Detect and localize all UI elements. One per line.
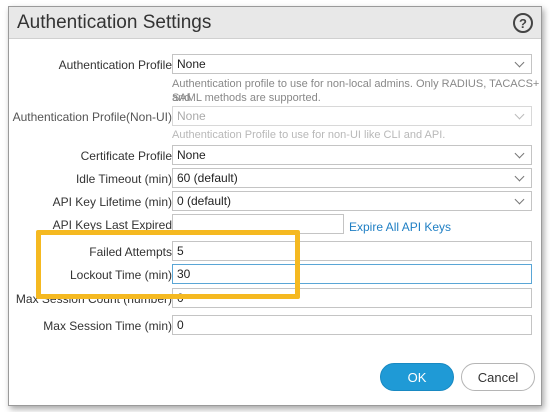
cert-profile-label: Certificate Profile	[80, 149, 172, 163]
auth-profile-nonui-help: Authentication Profile to use for non-UI…	[172, 129, 446, 141]
authentication-settings-dialog: Authentication Settings ? Authentication…	[8, 6, 542, 406]
expire-all-api-keys-link[interactable]: Expire All API Keys	[349, 220, 451, 234]
max-session-time-label: Max Session Time (min)	[43, 319, 172, 333]
api-key-lifetime-label: API Key Lifetime (min)	[52, 195, 172, 209]
cert-profile-select[interactable]: None	[172, 145, 532, 165]
idle-timeout-value: 60 (default)	[177, 171, 238, 185]
auth-profile-value: None	[177, 57, 206, 71]
api-key-lifetime-value: 0 (default)	[177, 194, 232, 208]
dialog-titlebar: Authentication Settings ?	[9, 7, 541, 39]
max-session-time-input[interactable]: 0	[172, 315, 532, 335]
auth-profile-nonui-select: None	[172, 106, 532, 126]
ok-button[interactable]: OK	[380, 363, 454, 391]
dialog-title: Authentication Settings	[17, 12, 212, 33]
auth-profile-select[interactable]: None	[172, 54, 532, 74]
auth-profile-nonui-value: None	[177, 109, 206, 123]
cert-profile-value: None	[177, 148, 206, 162]
max-session-time-value: 0	[177, 318, 184, 332]
auth-profile-label: Authentication Profile	[58, 58, 172, 72]
cancel-button[interactable]: Cancel	[461, 363, 535, 391]
api-key-lifetime-select[interactable]: 0 (default)	[172, 191, 532, 211]
question-circle-icon[interactable]: ?	[513, 13, 533, 33]
idle-timeout-select[interactable]: 60 (default)	[172, 168, 532, 188]
auth-profile-nonui-label: Authentication Profile(Non-UI)	[12, 110, 172, 124]
highlight-box	[36, 230, 300, 299]
idle-timeout-label: Idle Timeout (min)	[75, 172, 172, 186]
auth-profile-help-2: SAML methods are supported.	[172, 92, 321, 104]
